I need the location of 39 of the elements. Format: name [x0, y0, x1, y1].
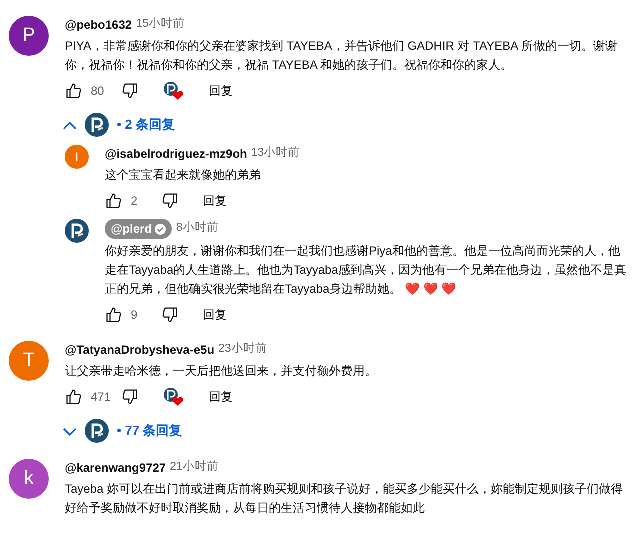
reply-button[interactable]: 回复 [203, 192, 227, 210]
creator-avatar [85, 113, 109, 137]
comment-text: PIYA，非常感谢你和你的父亲在婆家找到 TAYEBA，并告诉他们 GADHIR 对 TAYEBA 所做的一切。谢谢你，祝福你！祝福你和你的父亲，祝福 TAYEBA 和她的孩子们。祝福你和你的家人。 [65, 38, 618, 74]
author-name[interactable]: @pebo1632 [65, 16, 132, 34]
like-count: 2 [131, 193, 139, 210]
avatar: T [9, 341, 49, 381]
author-name[interactable]: @TatyanaDrobysheva-e5u [65, 341, 215, 359]
like-button[interactable] [65, 388, 83, 406]
creator-name-badge[interactable]: @plerd [105, 219, 172, 239]
like-count: 9 [131, 307, 139, 324]
comment-text: 这个宝宝看起来就像她的弟弟 [105, 167, 262, 184]
avatar: I [65, 145, 89, 169]
author-name[interactable]: @isabelrodriguez-mz9oh [105, 145, 248, 163]
like-button[interactable] [105, 192, 123, 210]
timestamp: 23小时前 [218, 342, 268, 358]
dislike-button[interactable] [121, 82, 139, 100]
avatar: P [9, 16, 49, 56]
reply-button[interactable]: 回复 [209, 388, 233, 406]
creator-avatar [85, 419, 109, 443]
author-name[interactable]: @karenwang9727 [65, 459, 166, 477]
comment-text: 让父亲带走哈米德，一天后把他送回来，并支付额外费用。 [65, 363, 378, 380]
timestamp: 15小时前 [136, 16, 185, 32]
comment-text: Tayeba 妳可以在出门前或进商店前将购买规则和孩子说好，能买多少能买什么，妳能制定规则孩子们做得好给予奖励做不好时取消奖励，从每日的生活习惯待人接物都能如此 [65, 481, 624, 517]
timestamp: 8小时前 [176, 220, 219, 236]
timestamp: 21小时前 [170, 460, 219, 476]
like-button[interactable] [105, 306, 123, 324]
like-button[interactable] [65, 82, 83, 100]
reply-button[interactable]: 回复 [209, 82, 233, 100]
reply-button[interactable]: 回复 [203, 306, 227, 324]
avatar: k [9, 459, 49, 499]
replies-toggle[interactable]: • 77 条回复 [57, 415, 188, 447]
dislike-button[interactable] [121, 388, 139, 406]
comment-text: 你好亲爱的朋友，谢谢你和我们在一起我们也感谢Piya和他的善意。他是一位高尚而光荣的人，他走在Tayyaba的人生道路上。他也为Tayyaba感到高兴，因为他有一个兄弟在他身边，虽然他不是真正的兄弟，但他确实很光荣地留在Tayyaba身边帮助她。 ❤ ❤ ❤ [105, 243, 628, 298]
replies-toggle[interactable]: • 2 条回复 [57, 109, 182, 141]
timestamp: 13小时前 [251, 146, 300, 162]
dislike-button[interactable] [161, 192, 179, 210]
dislike-button[interactable] [161, 306, 179, 324]
like-count: 80 [91, 83, 106, 100]
like-count: 471 [91, 389, 112, 406]
